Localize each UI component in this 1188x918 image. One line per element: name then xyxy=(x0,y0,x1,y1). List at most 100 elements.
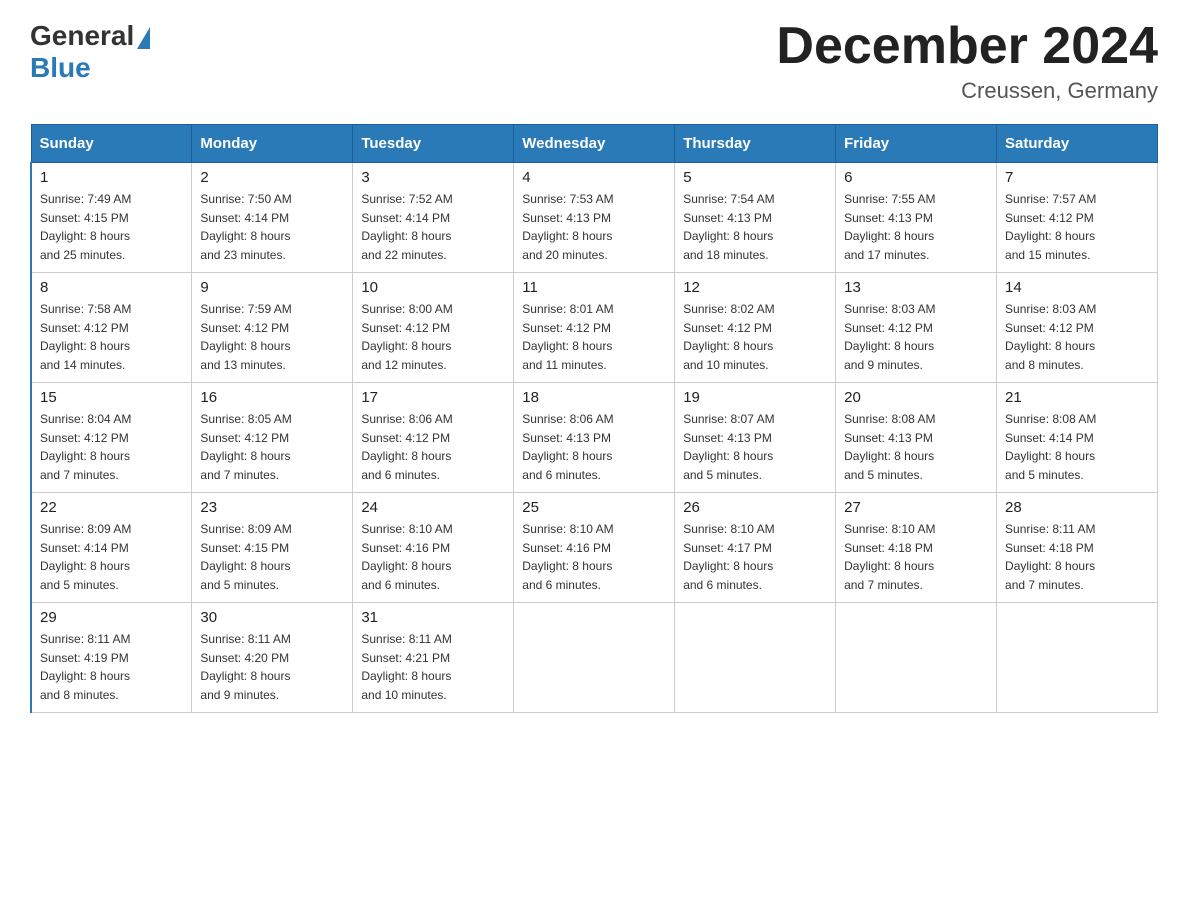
calendar-cell: 24 Sunrise: 8:10 AMSunset: 4:16 PMDaylig… xyxy=(353,493,514,603)
calendar-cell xyxy=(997,603,1158,713)
calendar-cell xyxy=(836,603,997,713)
col-wednesday: Wednesday xyxy=(514,125,675,163)
calendar-cell: 1 Sunrise: 7:49 AMSunset: 4:15 PMDayligh… xyxy=(31,163,192,273)
day-number: 15 xyxy=(40,389,183,406)
day-info: Sunrise: 8:11 AMSunset: 4:21 PMDaylight:… xyxy=(361,630,505,704)
logo-text-line1: General xyxy=(30,20,150,51)
day-number: 8 xyxy=(40,279,183,296)
col-friday: Friday xyxy=(836,125,997,163)
day-number: 29 xyxy=(40,609,183,626)
calendar-cell: 27 Sunrise: 8:10 AMSunset: 4:18 PMDaylig… xyxy=(836,493,997,603)
day-info: Sunrise: 8:08 AMSunset: 4:14 PMDaylight:… xyxy=(1005,410,1149,484)
calendar-table: Sunday Monday Tuesday Wednesday Thursday… xyxy=(30,124,1158,713)
day-number: 18 xyxy=(522,389,666,406)
day-info: Sunrise: 8:00 AMSunset: 4:12 PMDaylight:… xyxy=(361,300,505,374)
day-info: Sunrise: 7:57 AMSunset: 4:12 PMDaylight:… xyxy=(1005,190,1149,264)
day-number: 14 xyxy=(1005,279,1149,296)
day-info: Sunrise: 8:02 AMSunset: 4:12 PMDaylight:… xyxy=(683,300,827,374)
day-info: Sunrise: 8:01 AMSunset: 4:12 PMDaylight:… xyxy=(522,300,666,374)
day-number: 31 xyxy=(361,609,505,626)
day-number: 26 xyxy=(683,499,827,516)
calendar-cell: 12 Sunrise: 8:02 AMSunset: 4:12 PMDaylig… xyxy=(675,273,836,383)
calendar-cell: 17 Sunrise: 8:06 AMSunset: 4:12 PMDaylig… xyxy=(353,383,514,493)
day-info: Sunrise: 7:49 AMSunset: 4:15 PMDaylight:… xyxy=(40,190,183,264)
day-info: Sunrise: 8:06 AMSunset: 4:12 PMDaylight:… xyxy=(361,410,505,484)
calendar-week-row: 29 Sunrise: 8:11 AMSunset: 4:19 PMDaylig… xyxy=(31,603,1158,713)
calendar-cell: 10 Sunrise: 8:00 AMSunset: 4:12 PMDaylig… xyxy=(353,273,514,383)
day-info: Sunrise: 7:59 AMSunset: 4:12 PMDaylight:… xyxy=(200,300,344,374)
day-number: 7 xyxy=(1005,169,1149,186)
day-number: 5 xyxy=(683,169,827,186)
day-number: 16 xyxy=(200,389,344,406)
header-row: Sunday Monday Tuesday Wednesday Thursday… xyxy=(31,125,1158,163)
calendar-week-row: 8 Sunrise: 7:58 AMSunset: 4:12 PMDayligh… xyxy=(31,273,1158,383)
logo-text-line2: Blue xyxy=(30,52,91,83)
day-number: 17 xyxy=(361,389,505,406)
day-info: Sunrise: 8:08 AMSunset: 4:13 PMDaylight:… xyxy=(844,410,988,484)
calendar-cell: 4 Sunrise: 7:53 AMSunset: 4:13 PMDayligh… xyxy=(514,163,675,273)
day-info: Sunrise: 7:53 AMSunset: 4:13 PMDaylight:… xyxy=(522,190,666,264)
day-info: Sunrise: 8:11 AMSunset: 4:20 PMDaylight:… xyxy=(200,630,344,704)
day-info: Sunrise: 8:03 AMSunset: 4:12 PMDaylight:… xyxy=(844,300,988,374)
day-number: 27 xyxy=(844,499,988,516)
calendar-cell xyxy=(675,603,836,713)
day-info: Sunrise: 8:10 AMSunset: 4:17 PMDaylight:… xyxy=(683,520,827,594)
day-number: 19 xyxy=(683,389,827,406)
calendar-cell: 23 Sunrise: 8:09 AMSunset: 4:15 PMDaylig… xyxy=(192,493,353,603)
calendar-cell: 26 Sunrise: 8:10 AMSunset: 4:17 PMDaylig… xyxy=(675,493,836,603)
calendar-cell: 2 Sunrise: 7:50 AMSunset: 4:14 PMDayligh… xyxy=(192,163,353,273)
day-number: 12 xyxy=(683,279,827,296)
calendar-cell: 19 Sunrise: 8:07 AMSunset: 4:13 PMDaylig… xyxy=(675,383,836,493)
day-info: Sunrise: 7:52 AMSunset: 4:14 PMDaylight:… xyxy=(361,190,505,264)
calendar-cell: 14 Sunrise: 8:03 AMSunset: 4:12 PMDaylig… xyxy=(997,273,1158,383)
day-info: Sunrise: 8:10 AMSunset: 4:16 PMDaylight:… xyxy=(522,520,666,594)
day-number: 23 xyxy=(200,499,344,516)
day-info: Sunrise: 8:10 AMSunset: 4:18 PMDaylight:… xyxy=(844,520,988,594)
col-saturday: Saturday xyxy=(997,125,1158,163)
day-number: 30 xyxy=(200,609,344,626)
day-number: 11 xyxy=(522,279,666,296)
calendar-cell xyxy=(514,603,675,713)
day-info: Sunrise: 8:11 AMSunset: 4:19 PMDaylight:… xyxy=(40,630,183,704)
day-info: Sunrise: 7:55 AMSunset: 4:13 PMDaylight:… xyxy=(844,190,988,264)
calendar-cell: 7 Sunrise: 7:57 AMSunset: 4:12 PMDayligh… xyxy=(997,163,1158,273)
calendar-cell: 8 Sunrise: 7:58 AMSunset: 4:12 PMDayligh… xyxy=(31,273,192,383)
day-number: 9 xyxy=(200,279,344,296)
calendar-week-row: 22 Sunrise: 8:09 AMSunset: 4:14 PMDaylig… xyxy=(31,493,1158,603)
day-number: 1 xyxy=(40,169,183,186)
day-number: 4 xyxy=(522,169,666,186)
day-info: Sunrise: 8:04 AMSunset: 4:12 PMDaylight:… xyxy=(40,410,183,484)
day-info: Sunrise: 7:54 AMSunset: 4:13 PMDaylight:… xyxy=(683,190,827,264)
day-info: Sunrise: 7:58 AMSunset: 4:12 PMDaylight:… xyxy=(40,300,183,374)
day-info: Sunrise: 8:09 AMSunset: 4:15 PMDaylight:… xyxy=(200,520,344,594)
calendar-cell: 21 Sunrise: 8:08 AMSunset: 4:14 PMDaylig… xyxy=(997,383,1158,493)
day-info: Sunrise: 7:50 AMSunset: 4:14 PMDaylight:… xyxy=(200,190,344,264)
day-number: 24 xyxy=(361,499,505,516)
day-number: 25 xyxy=(522,499,666,516)
day-info: Sunrise: 8:05 AMSunset: 4:12 PMDaylight:… xyxy=(200,410,344,484)
day-number: 3 xyxy=(361,169,505,186)
day-info: Sunrise: 8:11 AMSunset: 4:18 PMDaylight:… xyxy=(1005,520,1149,594)
calendar-cell: 13 Sunrise: 8:03 AMSunset: 4:12 PMDaylig… xyxy=(836,273,997,383)
calendar-cell: 18 Sunrise: 8:06 AMSunset: 4:13 PMDaylig… xyxy=(514,383,675,493)
col-tuesday: Tuesday xyxy=(353,125,514,163)
calendar-cell: 16 Sunrise: 8:05 AMSunset: 4:12 PMDaylig… xyxy=(192,383,353,493)
day-number: 2 xyxy=(200,169,344,186)
month-year-title: December 2024 xyxy=(776,20,1158,72)
calendar-cell: 30 Sunrise: 8:11 AMSunset: 4:20 PMDaylig… xyxy=(192,603,353,713)
calendar-week-row: 1 Sunrise: 7:49 AMSunset: 4:15 PMDayligh… xyxy=(31,163,1158,273)
calendar-cell: 6 Sunrise: 7:55 AMSunset: 4:13 PMDayligh… xyxy=(836,163,997,273)
day-number: 22 xyxy=(40,499,183,516)
calendar-cell: 11 Sunrise: 8:01 AMSunset: 4:12 PMDaylig… xyxy=(514,273,675,383)
day-info: Sunrise: 8:10 AMSunset: 4:16 PMDaylight:… xyxy=(361,520,505,594)
calendar-cell: 15 Sunrise: 8:04 AMSunset: 4:12 PMDaylig… xyxy=(31,383,192,493)
day-info: Sunrise: 8:06 AMSunset: 4:13 PMDaylight:… xyxy=(522,410,666,484)
day-info: Sunrise: 8:09 AMSunset: 4:14 PMDaylight:… xyxy=(40,520,183,594)
day-number: 10 xyxy=(361,279,505,296)
calendar-week-row: 15 Sunrise: 8:04 AMSunset: 4:12 PMDaylig… xyxy=(31,383,1158,493)
col-monday: Monday xyxy=(192,125,353,163)
calendar-cell: 9 Sunrise: 7:59 AMSunset: 4:12 PMDayligh… xyxy=(192,273,353,383)
day-info: Sunrise: 8:07 AMSunset: 4:13 PMDaylight:… xyxy=(683,410,827,484)
calendar-cell: 22 Sunrise: 8:09 AMSunset: 4:14 PMDaylig… xyxy=(31,493,192,603)
calendar-cell: 25 Sunrise: 8:10 AMSunset: 4:16 PMDaylig… xyxy=(514,493,675,603)
